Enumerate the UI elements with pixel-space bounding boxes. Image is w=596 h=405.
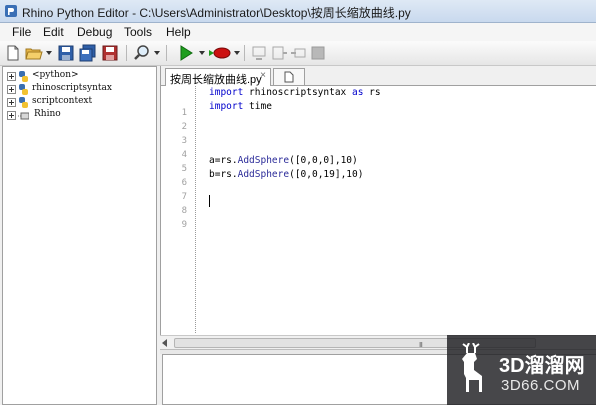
function-name: AddSphere: [237, 169, 290, 180]
line-number: 4: [181, 150, 187, 160]
code-line-1[interactable]: import rhinoscriptsyntax as rs: [209, 87, 381, 98]
menu-help[interactable]: Help: [166, 25, 191, 39]
open-folder-icon[interactable]: [25, 44, 43, 62]
menu-debug[interactable]: Debug: [77, 25, 112, 39]
find-icon[interactable]: [133, 44, 151, 62]
line-number: 8: [181, 206, 187, 216]
save-as-icon[interactable]: [101, 44, 119, 62]
menu-edit[interactable]: Edit: [43, 25, 64, 39]
assembly-icon: [18, 112, 29, 120]
toolbar-separator: [126, 45, 127, 61]
run-dropdown-arrow-icon[interactable]: [199, 51, 205, 55]
new-file-icon: [284, 71, 294, 83]
line-number: 3: [181, 136, 187, 146]
code-line-7[interactable]: b=rs.AddSphere([0,0,19],10): [209, 169, 363, 180]
code-editor[interactable]: 按周长缩放曲线.py × 1 2 3 4 5 6 7 8 9 import rh…: [160, 66, 596, 348]
keyword-import: import: [209, 87, 244, 98]
step-out-icon[interactable]: [290, 44, 308, 62]
tree-item-python[interactable]: <python>: [3, 70, 153, 83]
editor-tab-strip: 按周长缩放曲线.py ×: [161, 66, 596, 86]
tree-item-label: rhinoscriptsyntax: [32, 83, 112, 93]
tree-item-label: Rhino: [34, 109, 61, 119]
tree-item-scriptcontext[interactable]: scriptcontext: [3, 96, 153, 109]
title-bar: Rhino Python Editor - C:\Users\Administr…: [0, 0, 596, 23]
run-icon[interactable]: [177, 44, 195, 62]
debug-icon[interactable]: [208, 44, 232, 62]
watermark: 3D溜溜网 3D66.COM: [447, 335, 596, 405]
expand-icon[interactable]: [7, 111, 16, 120]
line-number: 2: [181, 122, 187, 132]
line-number: 6: [181, 178, 187, 188]
tree-item-label: scriptcontext: [32, 96, 93, 106]
python-module-icon: [19, 97, 28, 108]
keyword-import: import: [209, 101, 244, 112]
toolbar-separator: [244, 45, 245, 61]
find-dropdown-arrow-icon[interactable]: [154, 51, 160, 55]
new-file-icon[interactable]: [4, 44, 22, 62]
expand-icon[interactable]: [7, 85, 16, 94]
new-tab-button[interactable]: [273, 68, 305, 85]
window-title: Rhino Python Editor - C:\Users\Administr…: [22, 6, 411, 20]
tree-item-label: <python>: [32, 70, 79, 80]
text-caret: [209, 195, 210, 207]
menu-tools[interactable]: Tools: [124, 25, 152, 39]
code-line-2[interactable]: import time: [209, 101, 272, 112]
save-all-icon[interactable]: [79, 44, 97, 62]
gutter-divider: [195, 86, 196, 333]
scroll-left-arrow-icon[interactable]: [162, 339, 167, 347]
save-icon[interactable]: [57, 44, 75, 62]
watermark-brand: 3D溜溜网: [499, 355, 585, 377]
tab-label: 按周长缩放曲线.py: [170, 74, 262, 86]
python-module-icon: [19, 84, 28, 95]
keyword-as: as: [352, 87, 364, 98]
close-icon[interactable]: ×: [260, 70, 266, 81]
autocomplete-tree-panel: <python> rhinoscriptsyntax scriptcontext…: [2, 66, 157, 405]
scroll-grip: III: [419, 342, 423, 349]
stop-icon[interactable]: [309, 44, 327, 62]
tree-item-rhino[interactable]: Rhino: [3, 109, 153, 122]
toolbar-separator: [166, 45, 167, 61]
menu-bar: File Edit Debug Tools Help: [0, 23, 596, 41]
open-dropdown-arrow-icon[interactable]: [46, 51, 52, 55]
line-number: 5: [181, 164, 187, 174]
line-number: 7: [181, 192, 187, 202]
line-number-gutter: 1 2 3 4 5 6 7 8 9: [161, 86, 195, 333]
tab-script[interactable]: 按周长缩放曲线.py ×: [165, 68, 271, 86]
step-over-icon[interactable]: [270, 44, 288, 62]
expand-icon[interactable]: [7, 72, 16, 81]
menu-file[interactable]: File: [12, 25, 31, 39]
tree-item-rhinoscriptsyntax[interactable]: rhinoscriptsyntax: [3, 83, 153, 96]
function-name: AddSphere: [237, 155, 290, 166]
expand-icon[interactable]: [7, 98, 16, 107]
line-number: 9: [181, 220, 187, 230]
code-line-6[interactable]: a=rs.AddSphere([0,0,0],10): [209, 155, 358, 166]
debug-dropdown-arrow-icon[interactable]: [234, 51, 240, 55]
rhino-python-app-icon: [5, 5, 17, 17]
toolbar: [0, 41, 596, 66]
python-module-icon: [19, 71, 28, 82]
step-into-icon[interactable]: [250, 44, 268, 62]
watermark-domain: 3D66.COM: [501, 377, 581, 394]
line-number: 1: [181, 108, 187, 118]
deer-logo-icon: [462, 343, 482, 392]
